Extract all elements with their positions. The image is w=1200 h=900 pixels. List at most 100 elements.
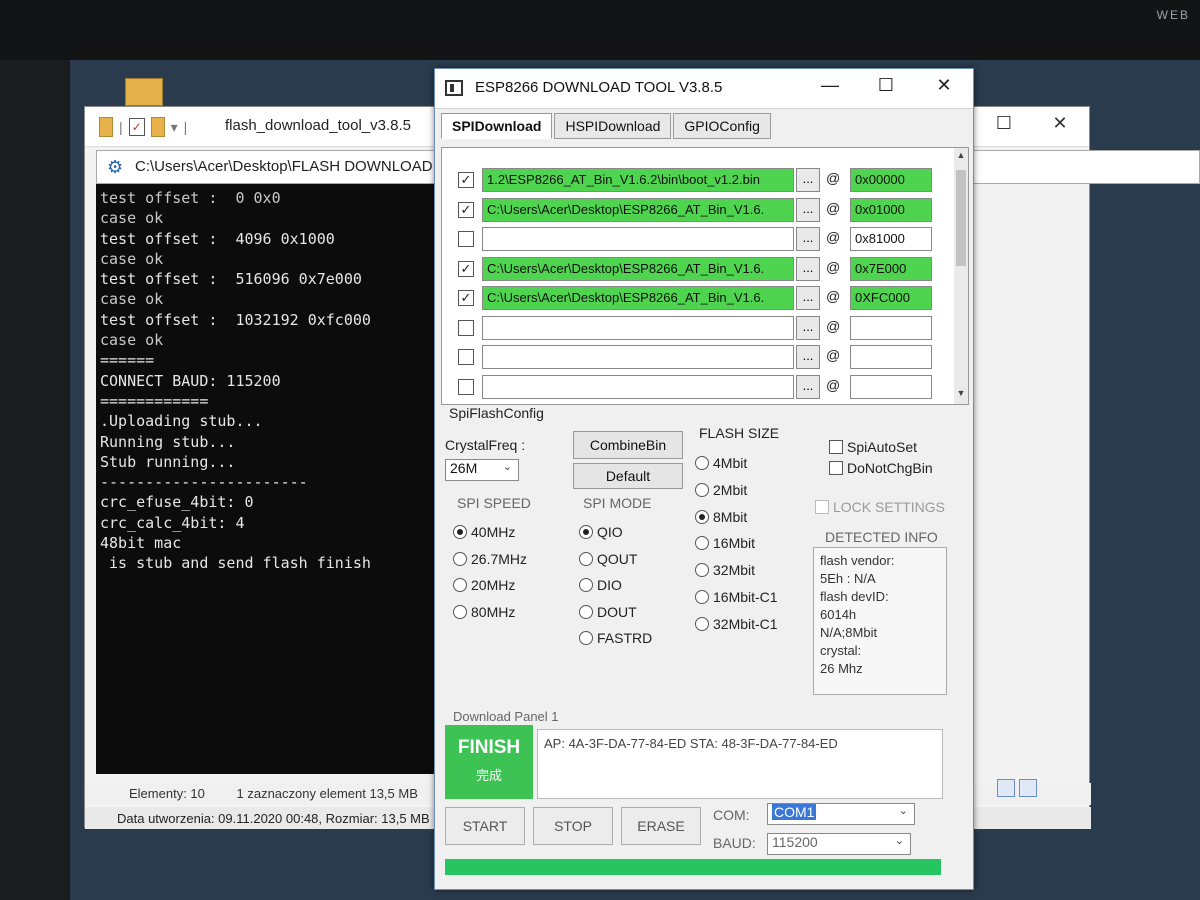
spi-speed-radio[interactable]: 40MHz bbox=[453, 524, 515, 540]
erase-button[interactable]: ERASE bbox=[621, 807, 701, 845]
esp-title: ESP8266 DOWNLOAD TOOL V3.8.5 bbox=[475, 79, 723, 96]
file-list-scrollbar[interactable]: ▲ ▼ bbox=[954, 148, 968, 404]
console-output: test offset : 0 0x0 case ok test offset … bbox=[96, 184, 436, 774]
browse-button[interactable]: ... bbox=[796, 256, 820, 281]
start-button[interactable]: START bbox=[445, 807, 525, 845]
browse-button[interactable]: ... bbox=[796, 286, 820, 310]
flash-size-radio[interactable]: 32Mbit bbox=[695, 562, 755, 578]
crystal-freq-value: 26M bbox=[450, 460, 478, 476]
tab-hspidownload[interactable]: HSPIDownload bbox=[554, 113, 672, 139]
spi-mode-radio[interactable]: DOUT bbox=[579, 604, 637, 620]
console-line: case ok bbox=[100, 290, 164, 309]
spi-speed-label: 20MHz bbox=[471, 577, 516, 593]
spi-mode-radio[interactable]: QIO bbox=[579, 524, 623, 540]
chevron-down-icon: ⌄ bbox=[502, 461, 512, 473]
browse-button[interactable]: ... bbox=[796, 345, 820, 369]
minimize-icon[interactable]: — bbox=[815, 75, 845, 96]
file-path-field[interactable] bbox=[482, 374, 794, 399]
close-icon[interactable]: ✕ bbox=[1045, 113, 1075, 134]
file-row: ✓ C:\Users\Acer\Desktop\ESP8266_AT_Bin_V1… bbox=[442, 284, 956, 312]
lock-settings-checkbox[interactable]: LOCK SETTINGS bbox=[815, 499, 945, 515]
spi-speed-radio[interactable]: 80MHz bbox=[453, 604, 515, 620]
folder-icon[interactable] bbox=[99, 117, 113, 137]
do-not-chg-bin-checkbox[interactable]: DoNotChgBin bbox=[829, 460, 933, 476]
radio-dot bbox=[453, 551, 467, 566]
tiles-view-icon[interactable] bbox=[1019, 779, 1037, 797]
spi-mode-radio[interactable]: DIO bbox=[579, 577, 622, 593]
lock-settings-label: LOCK SETTINGS bbox=[833, 499, 946, 515]
download-panel-label: Download Panel 1 bbox=[453, 709, 559, 724]
com-port-select[interactable]: COM1 ⌄ bbox=[767, 803, 915, 825]
file-checkbox[interactable] bbox=[458, 319, 474, 336]
close-icon[interactable]: ✕ bbox=[929, 75, 959, 96]
browse-button[interactable]: ... bbox=[796, 374, 820, 399]
offset-field[interactable] bbox=[850, 374, 932, 399]
spi-speed-radio[interactable]: 20MHz bbox=[453, 577, 515, 593]
default-button[interactable]: Default bbox=[573, 463, 683, 489]
file-checkbox[interactable]: ✓ bbox=[458, 172, 474, 188]
offset-field[interactable]: 0x01000 bbox=[850, 197, 932, 222]
browse-button[interactable]: ... bbox=[796, 227, 820, 251]
radio-dot bbox=[579, 551, 593, 566]
spi-speed-radio[interactable]: 26.7MHz bbox=[453, 551, 527, 567]
offset-field[interactable]: 0x81000 bbox=[850, 227, 932, 251]
file-checkbox[interactable]: ✓ bbox=[458, 201, 474, 218]
properties-icon[interactable]: ✓ bbox=[128, 118, 145, 136]
tab-gpioconfig[interactable]: GPIOConfig bbox=[673, 113, 771, 139]
file-path-field[interactable] bbox=[482, 345, 794, 369]
stop-button[interactable]: STOP bbox=[533, 807, 613, 845]
detected-info-line: 5Eh : N/A bbox=[820, 571, 876, 586]
file-checkbox[interactable] bbox=[458, 378, 474, 395]
dropdown-icon[interactable]: ▾ bbox=[171, 119, 178, 136]
flash-size-radio[interactable]: 8Mbit bbox=[695, 509, 747, 525]
browse-button[interactable]: ... bbox=[796, 197, 820, 222]
baud-value: 115200 bbox=[772, 834, 818, 850]
crystal-freq-select[interactable]: 26M ⌄ bbox=[445, 459, 519, 481]
file-path-field[interactable]: 1.2\ESP8266_AT_Bin_V1.6.2\bin\boot_v1.2.… bbox=[482, 168, 794, 192]
file-path-field[interactable] bbox=[482, 315, 794, 340]
scroll-thumb[interactable] bbox=[956, 170, 966, 266]
baud-select[interactable]: 115200 ⌄ bbox=[767, 833, 911, 855]
browse-button[interactable]: ... bbox=[796, 168, 820, 192]
at-label: @ bbox=[826, 288, 841, 304]
file-checkbox[interactable] bbox=[458, 349, 474, 365]
flash-size-radio[interactable]: 16Mbit bbox=[695, 535, 755, 551]
file-checkbox[interactable] bbox=[458, 231, 474, 247]
spi-mode-radio[interactable]: FASTRD bbox=[579, 630, 652, 646]
offset-field[interactable] bbox=[850, 345, 932, 369]
file-path-field[interactable] bbox=[482, 227, 794, 251]
offset-field[interactable]: 0XFC000 bbox=[850, 286, 932, 310]
details-view-icon[interactable] bbox=[997, 779, 1015, 797]
new-folder-icon[interactable] bbox=[150, 117, 165, 137]
spi-auto-set-checkbox[interactable]: SpiAutoSet bbox=[829, 439, 917, 455]
flash-size-radio[interactable]: 2Mbit bbox=[695, 482, 747, 498]
flash-size-radio[interactable]: 16Mbit-C1 bbox=[695, 589, 778, 605]
browse-button[interactable]: ... bbox=[796, 315, 820, 340]
chevron-down-icon: ⌄ bbox=[898, 805, 908, 817]
file-path-field[interactable]: C:\Users\Acer\Desktop\ESP8266_AT_Bin_V1.… bbox=[482, 286, 794, 310]
checkbox-box bbox=[829, 440, 843, 454]
scroll-up-icon[interactable]: ▲ bbox=[954, 150, 968, 164]
offset-field[interactable]: 0x7E000 bbox=[850, 256, 932, 281]
file-checkbox[interactable]: ✓ bbox=[458, 260, 474, 277]
maximize-icon[interactable]: ☐ bbox=[989, 113, 1019, 134]
file-row: ... @ bbox=[442, 343, 956, 371]
spi-mode-radio[interactable]: QOUT bbox=[579, 551, 637, 567]
view-toggle bbox=[997, 779, 1037, 797]
offset-field[interactable]: 0x00000 bbox=[850, 168, 932, 192]
chevron-down-icon: ⌄ bbox=[894, 835, 904, 847]
flash-size-radio[interactable]: 32Mbit-C1 bbox=[695, 616, 778, 632]
file-checkbox[interactable]: ✓ bbox=[458, 290, 474, 306]
desktop-shortcut-icon[interactable] bbox=[125, 78, 163, 106]
file-path-field[interactable]: C:\Users\Acer\Desktop\ESP8266_AT_Bin_V1.… bbox=[482, 256, 794, 281]
maximize-icon[interactable]: ☐ bbox=[871, 75, 901, 96]
scroll-down-icon[interactable]: ▼ bbox=[954, 388, 968, 402]
file-path-field[interactable]: C:\Users\Acer\Desktop\ESP8266_AT_Bin_V1.… bbox=[482, 197, 794, 222]
offset-field[interactable] bbox=[850, 315, 932, 340]
file-row: ✓ 1.2\ESP8266_AT_Bin_V1.6.2\bin\boot_v1.2… bbox=[442, 166, 956, 194]
console-line: Stub running... bbox=[100, 452, 236, 471]
combine-bin-button[interactable]: CombineBin bbox=[573, 431, 683, 459]
separator: | bbox=[119, 119, 123, 135]
tab-spidownload[interactable]: SPIDownload bbox=[441, 113, 553, 139]
flash-size-radio[interactable]: 4Mbit bbox=[695, 455, 747, 471]
